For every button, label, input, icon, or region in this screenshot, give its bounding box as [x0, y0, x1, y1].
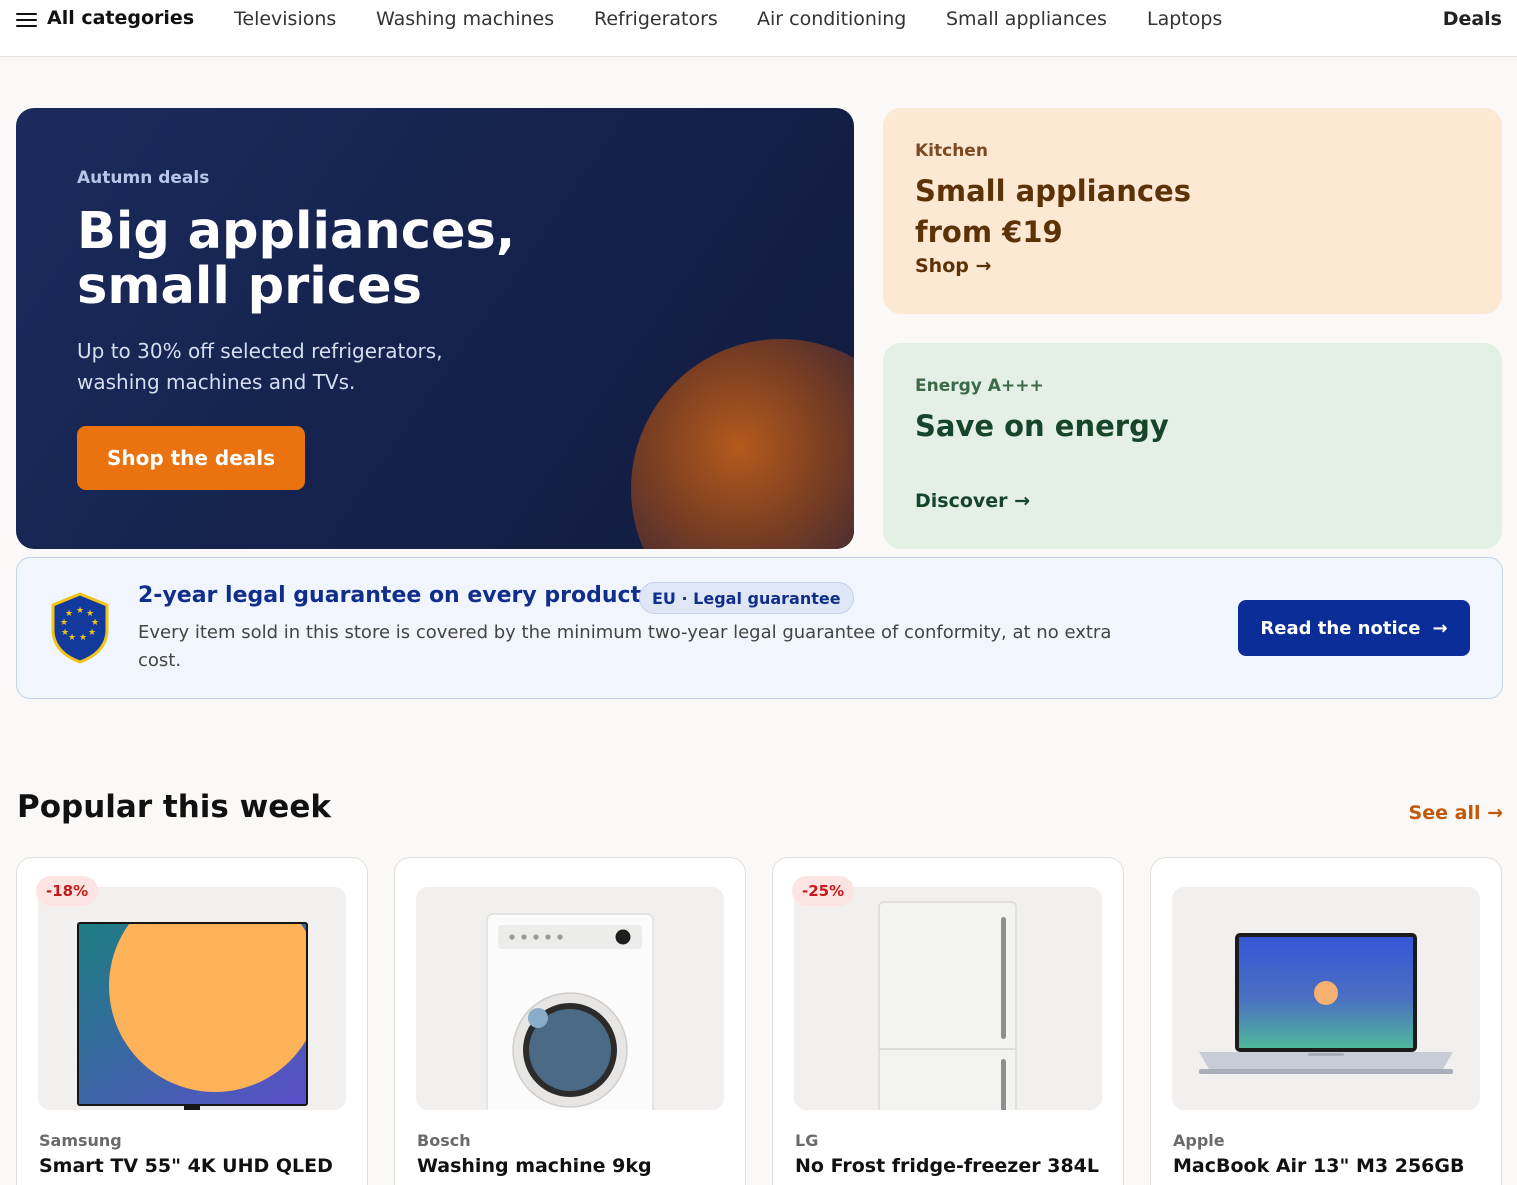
nav-link-air-conditioning[interactable]: Air conditioning	[757, 8, 906, 30]
guarantee-description: Every item sold in this store is covered…	[138, 622, 1112, 671]
svg-text:★: ★	[68, 633, 76, 643]
product-brand: LG	[795, 1131, 819, 1150]
promo-card-kitchen[interactable]: Kitchen Small appliances from €19 Shop →	[883, 108, 1502, 314]
promo-eyebrow: Kitchen	[915, 141, 988, 161]
discount-badge: -25%	[792, 876, 855, 906]
promo-title: Save on energy	[915, 409, 1169, 443]
hamburger-icon	[16, 11, 37, 28]
see-all-link[interactable]: See all →	[1409, 802, 1503, 824]
top-nav: All categories Televisions Washing machi…	[0, 0, 1517, 57]
product-card[interactable]: -25% LG No Frost fridge-freezer 384L	[772, 857, 1124, 1185]
arrow-right-icon: →	[1432, 617, 1448, 639]
legal-guarantee-badge: EU · Legal guarantee	[639, 582, 854, 614]
product-brand: Bosch	[417, 1131, 471, 1150]
hero-subtitle: Up to 30% off selected refrigerators, wa…	[77, 339, 443, 394]
nav-link-washing-machines[interactable]: Washing machines	[376, 8, 554, 30]
hero-eyebrow: Autumn deals	[77, 168, 210, 188]
nav-link-refrigerators[interactable]: Refrigerators	[594, 8, 718, 30]
product-card[interactable]: -18% Samsung Smart TV 55" 4K UHD QLED	[16, 857, 368, 1185]
product-brand: Apple	[1173, 1131, 1225, 1150]
product-image	[1172, 887, 1480, 1110]
product-brand: Samsung	[39, 1131, 122, 1150]
hero-banner: Autumn deals Big appliances, small price…	[16, 108, 854, 549]
all-categories-button[interactable]: All categories	[16, 7, 194, 29]
svg-text:★: ★	[91, 618, 99, 628]
read-notice-button[interactable]: Read the notice →	[1238, 600, 1470, 656]
hero-title: Big appliances, small prices	[77, 202, 516, 316]
svg-text:★: ★	[65, 609, 73, 619]
discount-badge: -18%	[36, 876, 99, 906]
svg-text:★: ★	[60, 618, 68, 628]
nav-link-televisions[interactable]: Televisions	[234, 8, 336, 30]
promo-shop-link[interactable]: Shop →	[915, 255, 991, 277]
promo-discover-link[interactable]: Discover →	[915, 490, 1030, 512]
svg-text:★: ★	[88, 628, 96, 638]
product-card[interactable]: Apple MacBook Air 13" M3 256GB	[1150, 857, 1502, 1185]
read-notice-label: Read the notice	[1260, 617, 1421, 639]
product-image	[416, 887, 724, 1110]
promo-card-energy[interactable]: Energy A+++ Save on energy Discover →	[883, 343, 1502, 549]
product-name: No Frost fridge-freezer 384L	[795, 1155, 1099, 1177]
product-name: Washing machine 9kg	[417, 1155, 652, 1177]
svg-text:★: ★	[79, 633, 87, 643]
eu-shield-icon: ★ ★ ★ ★ ★ ★ ★ ★ ★	[51, 592, 109, 664]
product-name: Smart TV 55" 4K UHD QLED	[39, 1155, 333, 1177]
nav-link-laptops[interactable]: Laptops	[1147, 8, 1222, 30]
product-image	[794, 887, 1102, 1110]
promo-title: Small appliances from €19	[915, 174, 1191, 249]
svg-text:★: ★	[76, 606, 84, 616]
guarantee-banner: ★ ★ ★ ★ ★ ★ ★ ★ ★ 2-year legal guarantee…	[16, 557, 1503, 699]
product-name: MacBook Air 13" M3 256GB	[1173, 1155, 1465, 1177]
hero-decorative-orb	[631, 339, 854, 549]
product-image	[38, 887, 346, 1110]
guarantee-title: 2-year legal guarantee on every product	[138, 583, 642, 608]
product-card[interactable]: Bosch Washing machine 9kg	[394, 857, 746, 1185]
all-categories-label: All categories	[47, 7, 195, 29]
nav-link-small-appliances[interactable]: Small appliances	[946, 8, 1107, 30]
laptop-icon	[1199, 933, 1453, 1074]
promo-eyebrow: Energy A+++	[915, 376, 1044, 396]
washing-machine-icon	[486, 913, 654, 1110]
tv-icon	[77, 922, 308, 1110]
fridge-icon	[878, 901, 1017, 1110]
section-title: Popular this week	[17, 789, 331, 825]
svg-text:★: ★	[61, 628, 69, 638]
nav-link-deals[interactable]: Deals	[1443, 8, 1502, 30]
shop-deals-button[interactable]: Shop the deals	[77, 426, 305, 490]
